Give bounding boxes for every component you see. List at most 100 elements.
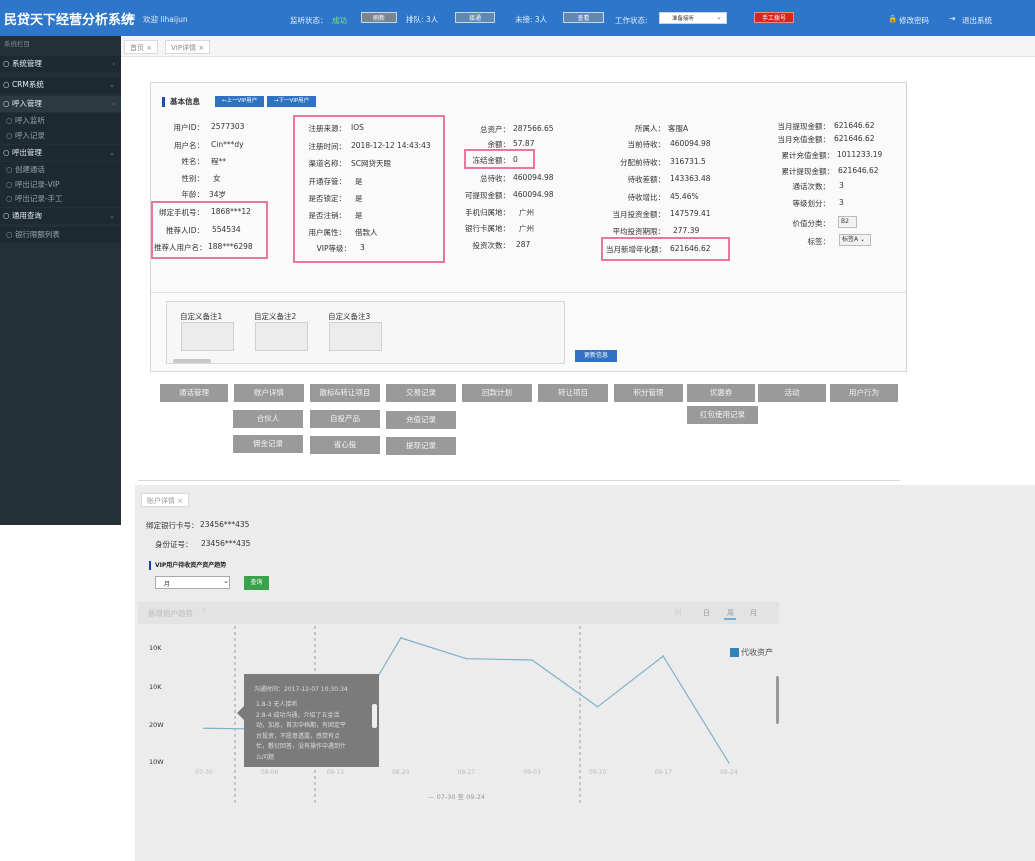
loan-transfer-button[interactable]: 散标&转让项目 [310,384,380,402]
field-label: 是否注销： [308,211,347,220]
work-status-select[interactable]: 准备接听 ⌄ [659,12,727,24]
sidebar-item-bank-limits[interactable]: ○ 银行限额列表 [0,227,121,243]
coupons-button[interactable]: 优惠券 [687,384,755,402]
tab-account-detail[interactable]: 账户详情 × [141,493,190,507]
self-invest-button[interactable]: 自投产品 [310,410,380,428]
memo-scrollbar[interactable] [173,359,211,363]
sidebar-item-inbound[interactable]: ○ 呼入管理 ‹ [0,96,121,112]
field-value: 460094.98 [513,173,554,182]
sidebar-item-query[interactable]: ○ 通用查询 ⌄ [0,208,121,224]
field-value: 广州 [519,224,534,233]
logout-icon: ⇥ [949,14,956,23]
tooltip-scrollbar[interactable] [372,704,377,728]
field-value: 621646.62 [834,121,875,130]
transactions-button[interactable]: 交易记录 [386,384,456,402]
annualized-value: 621646.62 [670,244,711,253]
field-label: 投资次数： [472,241,511,250]
menu-toggle-icon[interactable]: ≡ [126,10,136,24]
memo3-textarea[interactable] [329,322,382,351]
data-point[interactable] [728,761,730,764]
chevron-left-icon: ‹ [112,100,115,108]
field-label: 等级划分： [792,199,831,208]
field-value: Cin***dy [211,140,244,149]
refresh-button[interactable]: 刷新 [361,12,397,23]
field-value: 程** [211,157,226,166]
field-value: 3 [839,198,844,207]
field-value: 广州 [519,208,534,217]
recharge-records-button[interactable]: 充值记录 [386,411,456,429]
circle-icon: ○ [6,180,13,189]
sidebar-item-inbound-monitor[interactable]: ○ 呼入监听 [0,113,121,129]
period-day-tab[interactable]: 日 [703,608,710,618]
data-point[interactable] [662,655,664,657]
sidebar: 系统栏目 ○ 系统管理 ‹ ○ CRM系统 ⌄ ○ 呼入管理 ‹ ○ 呼入监听 ○ 呼… [0,36,121,525]
tag-select[interactable]: 标签A ⌄ [839,234,871,246]
period-week-tab[interactable]: 周 [727,608,734,618]
logout-link[interactable]: 退出系统 [962,15,992,26]
transfer-projects-button[interactable]: 转让项目 [538,384,608,402]
sidebar-item-outbound-manual[interactable]: ○ 呼出记录-手工 [0,191,121,207]
withdraw-records-button[interactable]: 提现记录 [386,437,456,455]
sidebar-item-create-call[interactable]: ○ 创建通话 [0,162,121,178]
y-tick-label: 20W [149,721,164,729]
field-label: 当月提现金额： [777,122,831,131]
sidebar-item-label: 呼出记录-手工 [14,194,63,203]
tab-label: 首页 [130,44,144,52]
repayment-plan-button[interactable]: 回款计划 [462,384,532,402]
field-label: 当月充值金额： [777,135,831,144]
next-vip-button[interactable]: →下一VIP用户 [267,96,316,107]
field-value: 是 [355,194,363,203]
y-tick-label: 10K [149,683,162,691]
view-button[interactable]: 查看 [563,12,604,23]
field-label: VIP等级： [316,244,351,253]
sidebar-item-system[interactable]: ○ 系统管理 ‹ [0,56,121,72]
sidebar-item-outbound[interactable]: ○ 呼出管理 ⌄ [0,145,121,161]
manual-dial-button[interactable]: 手工拨号 [754,12,794,23]
y-tick-label: 10W [149,758,164,766]
period-select[interactable]: 月 ⌄ [155,576,230,589]
points-button[interactable]: 积分管理 [614,384,683,402]
top-header: 民贷天下经营分析系统 ≡ 欢迎 lihaijun 监听状态： 成功 刷新 排队:… [0,0,1035,36]
data-point[interactable] [400,637,402,639]
prev-vip-button[interactable]: ←上一VIP用户 [215,96,264,107]
close-icon[interactable]: × [198,44,204,52]
field-label: 年龄： [181,190,205,199]
data-point[interactable] [531,659,533,661]
account-detail-button[interactable]: 账户详情 [234,384,304,402]
tab-vip-detail[interactable]: VIP详情 × [165,40,211,54]
close-icon[interactable]: × [177,497,183,505]
x-tick-label: 08-27 [458,769,476,776]
data-point[interactable] [203,727,205,730]
chart-scrollbar[interactable] [776,676,779,724]
red-packet-button[interactable]: 红包使用记录 [687,406,758,424]
queue-count: 排队: 3人 [406,15,439,24]
sidebar-item-crm[interactable]: ○ CRM系统 ⌄ [0,77,121,93]
partner-button[interactable]: 合伙人 [233,410,303,428]
data-point[interactable] [465,657,468,660]
field-value: 34岁 [209,190,227,199]
activity-button[interactable]: 活动 [758,384,826,402]
sidebar-item-inbound-records[interactable]: ○ 呼入记录 [0,128,121,144]
memo1-textarea[interactable] [181,322,234,351]
call-mgmt-button[interactable]: 通话管理 [160,384,228,402]
period-hour-tab[interactable]: 时 [675,608,682,618]
memo2-textarea[interactable] [255,322,308,351]
field-label: 分配前待收： [620,158,665,167]
tab-home[interactable]: 首页 × [124,40,159,54]
data-point[interactable] [596,706,599,708]
update-info-button[interactable]: 更新信息 [575,350,617,362]
field-value: 147579.41 [670,209,711,218]
period-month-tab[interactable]: 月 [750,608,757,618]
field-value: 460094.98 [513,190,554,199]
query-button[interactable]: 查询 [244,576,269,590]
registration-highlight [293,115,445,263]
auto-invest-button[interactable]: 省心投 [310,436,380,454]
change-password-link[interactable]: 修改密码 [899,15,929,26]
value-class-select[interactable]: B2 [838,216,857,228]
connect-button[interactable]: 接通 [455,12,495,23]
circle-icon: ○ [6,230,13,239]
id-number-label: 身份证号： [155,540,193,549]
commission-button[interactable]: 佣金记录 [233,435,303,453]
user-behavior-button[interactable]: 用户行为 [830,384,898,402]
close-icon[interactable]: × [146,44,152,52]
